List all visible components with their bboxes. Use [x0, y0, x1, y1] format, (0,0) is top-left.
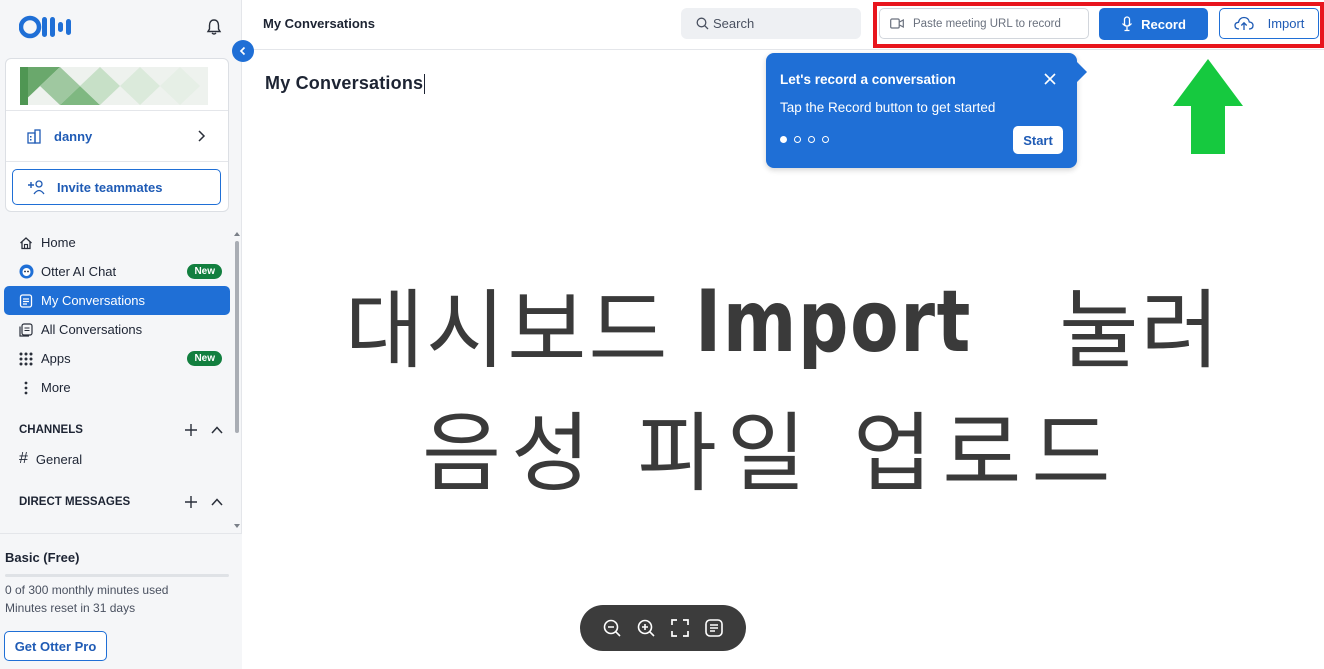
notes-icon[interactable] [704, 618, 724, 638]
building-icon [27, 129, 41, 144]
overlay-caption-line1: 대시보드 Import 눌러 [345, 266, 1220, 381]
direct-messages-header: DIRECT MESSAGES [19, 492, 224, 512]
import-label: Import [1267, 16, 1305, 31]
tooltip-step-dots [780, 136, 829, 143]
workspace-switcher[interactable]: danny [6, 111, 228, 161]
step-dot [780, 136, 787, 143]
more-vertical-icon [18, 380, 34, 396]
sidebar-item-my-conversations[interactable]: My Conversations [4, 286, 230, 315]
plan-panel: Basic (Free) 0 of 300 monthly minutes us… [0, 533, 242, 669]
new-badge: New [187, 351, 222, 366]
overlay-caption-line2: 음성 파일 업로드 [422, 404, 1121, 504]
import-button[interactable]: Import [1219, 8, 1319, 39]
chevron-right-icon [198, 130, 206, 142]
sidebar-item-all-conversations[interactable]: All Conversations [4, 315, 230, 344]
home-icon [18, 235, 34, 251]
sidebar: danny Invite teammates Home Otter AI Cha… [0, 0, 242, 669]
chevron-left-icon [239, 46, 246, 56]
workspace-banner [20, 67, 208, 105]
apps-grid-icon [18, 351, 34, 367]
tooltip-pointer [1077, 62, 1087, 82]
usage-progress-bar [5, 574, 229, 577]
channel-label: General [35, 451, 83, 467]
plan-title: Basic (Free) [5, 550, 80, 565]
invite-teammates-label: Invite teammates [57, 179, 163, 195]
sidebar-item-label: Apps [41, 351, 71, 366]
chevron-up-icon[interactable] [210, 423, 224, 437]
zoom-toolbar [580, 605, 746, 651]
step-dot [808, 136, 815, 143]
close-icon[interactable] [1043, 72, 1057, 86]
sidebar-item-label: My Conversations [41, 293, 146, 308]
step-dot [794, 136, 801, 143]
channel-general[interactable]: # General [19, 450, 82, 468]
sidebar-item-label: All Conversations [41, 322, 143, 337]
fullscreen-icon[interactable] [670, 618, 690, 638]
plan-reset: Minutes reset in 31 days [5, 601, 136, 615]
chevron-up-icon[interactable] [210, 495, 224, 509]
divider [6, 161, 228, 162]
sidebar-item-more[interactable]: More [4, 373, 230, 402]
search-icon [696, 17, 709, 30]
meeting-url-input[interactable] [913, 17, 1083, 30]
hash-icon: # [19, 450, 28, 467]
channels-header: CHANNELS [19, 420, 224, 440]
workspace-card: danny Invite teammates [5, 58, 229, 212]
plan-usage: 0 of 300 monthly minutes used [5, 583, 169, 597]
otter-chat-icon [18, 264, 34, 280]
page-title-text: My Conversations [265, 73, 424, 93]
collapse-sidebar-button[interactable] [232, 40, 254, 62]
sidebar-item-label: More [41, 380, 71, 395]
otter-logo[interactable] [19, 14, 83, 40]
meeting-url-field[interactable] [879, 8, 1089, 39]
tooltip-body: Tap the Record button to get started [780, 100, 996, 115]
onboarding-tooltip: Let's record a conversation Tap the Reco… [766, 53, 1087, 168]
topbar-title: My Conversations [263, 16, 375, 31]
overlay-text: 대시보드 [345, 280, 670, 381]
page-title: My Conversations [265, 73, 426, 95]
overlay-text: 눌러 [1059, 280, 1222, 381]
zoom-out-icon[interactable] [602, 618, 622, 638]
zoom-in-icon[interactable] [636, 618, 656, 638]
conversations-icon [18, 293, 34, 309]
tooltip-title: Let's record a conversation [780, 72, 956, 87]
add-channel-icon[interactable] [184, 423, 198, 437]
search-button[interactable]: Search [681, 8, 861, 39]
microphone-icon [1122, 16, 1133, 32]
green-arrow-annotation [1173, 59, 1243, 154]
workspace-name: danny [54, 128, 93, 144]
add-dm-icon[interactable] [184, 495, 198, 509]
sidebar-item-label: Home [41, 235, 76, 250]
record-button[interactable]: Record [1099, 8, 1208, 40]
sidebar-item-apps[interactable]: Apps New [4, 344, 230, 373]
overlay-text-bold: Import [695, 272, 973, 372]
record-label: Record [1141, 16, 1186, 32]
video-camera-icon [890, 18, 904, 29]
direct-messages-heading: DIRECT MESSAGES [19, 496, 131, 508]
all-conversations-icon [18, 322, 34, 338]
step-dot [822, 136, 829, 143]
search-label: Search [713, 16, 755, 31]
new-badge: New [187, 264, 222, 279]
sidebar-item-home[interactable]: Home [4, 228, 230, 257]
bell-icon[interactable] [205, 18, 223, 36]
get-otter-pro-button[interactable]: Get Otter Pro [4, 631, 107, 661]
text-cursor [424, 74, 426, 95]
sidebar-item-label: Otter AI Chat [41, 264, 117, 279]
channels-heading: CHANNELS [19, 424, 83, 436]
tooltip-start-button[interactable]: Start [1013, 126, 1063, 154]
sidebar-nav: Home Otter AI Chat New My Conversations … [4, 228, 230, 402]
cloud-upload-icon [1233, 16, 1254, 30]
invite-teammates-button[interactable]: Invite teammates [12, 169, 221, 205]
sidebar-item-otter-ai-chat[interactable]: Otter AI Chat New [4, 257, 230, 286]
add-person-icon [28, 180, 45, 195]
scrollbar-thumb[interactable] [235, 241, 239, 433]
